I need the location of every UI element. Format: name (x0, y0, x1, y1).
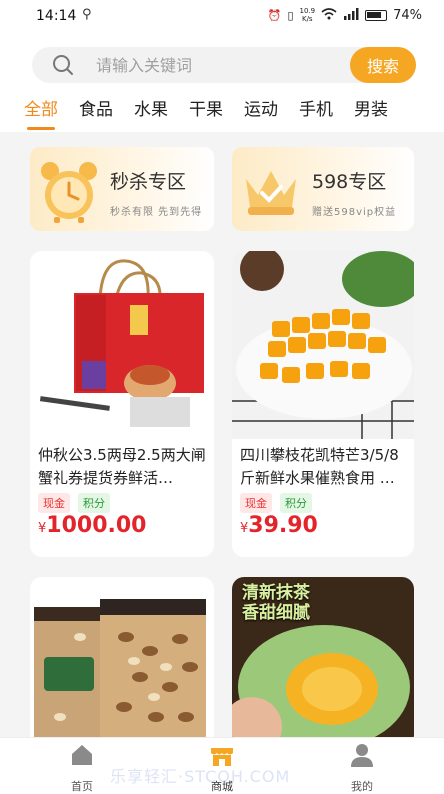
vibrate-icon: ▯ (287, 8, 294, 22)
search-icon (53, 55, 73, 75)
tab-phones[interactable]: 手机 (299, 96, 333, 124)
search-button[interactable]: 搜索 (350, 47, 416, 83)
mango-image (232, 251, 414, 439)
battery-icon (365, 9, 388, 21)
alarm-icon: ⏰ (267, 8, 282, 22)
product-price: ¥1000.00 (38, 513, 147, 538)
promo-title: 598专区 (312, 171, 387, 193)
product-name: 仲秋公3.5两母2.5两大闸蟹礼券提货券鲜活… (38, 446, 206, 487)
product-price: ¥39.90 (240, 513, 318, 538)
mixed-nuts-jar-image (30, 577, 214, 747)
home-icon (72, 745, 92, 765)
promo-subtitle: 赠送598vip权益 (312, 207, 397, 218)
image-caption: 清新抹茶 香甜细腻 (242, 583, 310, 623)
promo-title: 秒杀专区 (110, 171, 187, 193)
usb-icon: ⚲ (82, 7, 92, 22)
points-tag: 积分 (280, 493, 312, 513)
flash-sale-card[interactable]: 秒杀专区 秒杀有限 先到先得 (30, 147, 214, 231)
nav-home[interactable]: 首页 (52, 742, 112, 794)
watermark: 乐享轻汇·STCQH.COM (110, 767, 291, 786)
user-icon (351, 744, 373, 767)
vip-598-card[interactable]: 598专区 赠送598vip权益 (232, 147, 414, 231)
tab-all[interactable]: 全部 (24, 96, 58, 130)
cash-tag: 现金 (38, 493, 70, 513)
product-name: 四川攀枝花凯特芒3/5/8斤新鲜水果催熟食用 … (240, 446, 399, 487)
tab-fruit[interactable]: 水果 (134, 96, 168, 124)
product-card[interactable]: 四川攀枝花凯特芒3/5/8斤新鲜水果催熟食用 … 现金 积分 ¥39.90 (232, 251, 414, 557)
crown-icon (246, 171, 296, 215)
tab-dried-fruit[interactable]: 干果 (189, 96, 223, 124)
status-time: 14:14 (36, 8, 77, 24)
points-tag: 积分 (78, 493, 110, 513)
status-icons: ⏰ ▯ 10.9 K/s 74% (268, 7, 422, 23)
search-input[interactable] (96, 47, 336, 83)
alarm-clock-icon (41, 162, 97, 223)
net-speed: 10.9 K/s (299, 7, 316, 23)
category-tabs: 全部 食品 水果 干果 运动 手机 男装 (0, 88, 444, 132)
product-card[interactable]: 清新抹茶 香甜细腻 (232, 577, 414, 747)
promo-subtitle: 秒杀有限 先到先得 (110, 207, 203, 218)
product-card[interactable]: 仲秋公3.5两母2.5两大闸蟹礼券提货券鲜活… 现金 积分 ¥1000.00 (30, 251, 214, 557)
battery-percent: 74% (393, 7, 422, 23)
search-box: 搜索 (32, 47, 416, 83)
status-bar: 14:14 ⚲ ⏰ ▯ 10.9 K/s 74% (0, 0, 444, 32)
crab-gift-box-image (30, 251, 214, 439)
search-bar: 搜索 (0, 32, 444, 88)
cash-tag: 现金 (240, 493, 272, 513)
wifi-icon (321, 7, 337, 23)
tab-menswear[interactable]: 男装 (354, 96, 388, 124)
nav-mine[interactable]: 我的 (332, 742, 392, 794)
tab-sports[interactable]: 运动 (244, 96, 278, 124)
signal-icon (343, 7, 359, 23)
product-card[interactable] (30, 577, 214, 747)
tab-food[interactable]: 食品 (79, 96, 113, 124)
